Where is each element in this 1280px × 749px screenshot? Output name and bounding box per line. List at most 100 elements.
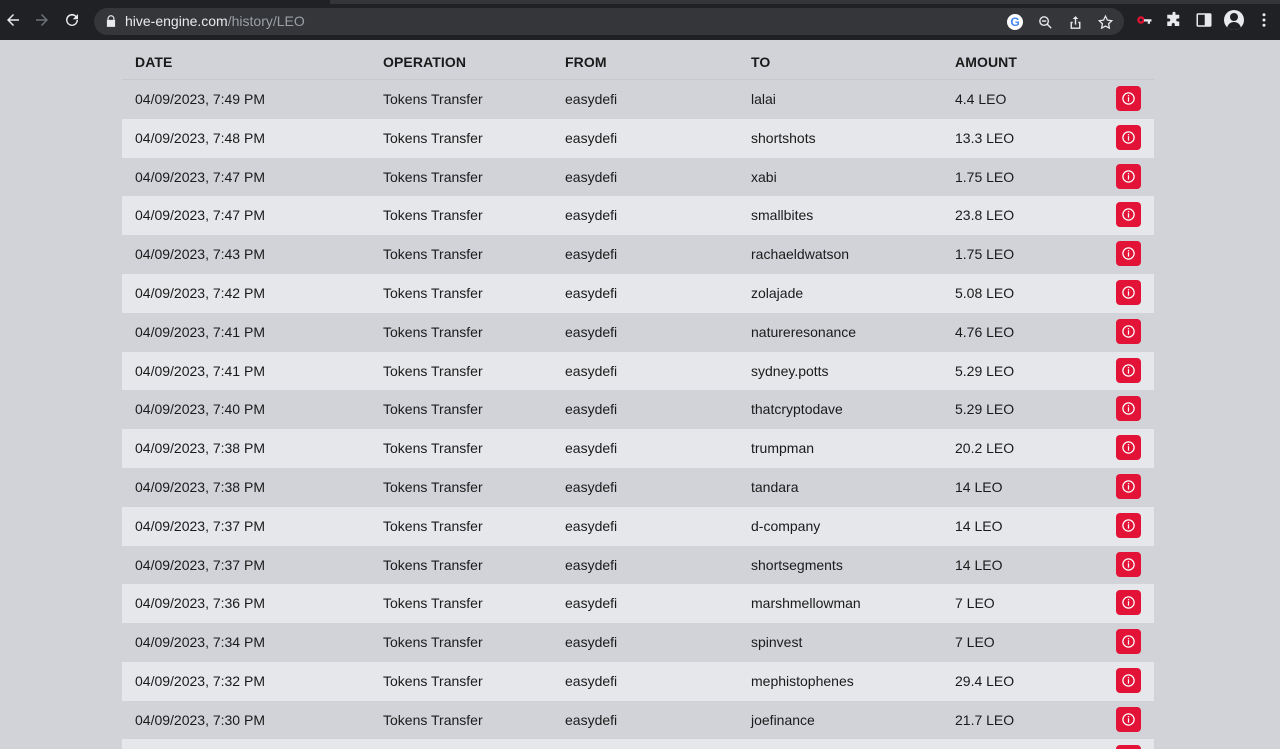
cell-to[interactable]: marshmellowman (751, 595, 861, 611)
cell-operation: Tokens Transfer (383, 672, 483, 689)
cell-to[interactable]: natureresonance (751, 324, 856, 340)
cell-amount: 21.7 LEO (955, 711, 1015, 728)
address-bar[interactable]: hive-engine.com/history/LEO G (94, 8, 1124, 35)
cell-from[interactable]: easydefi (565, 634, 617, 650)
cell-to[interactable]: d-company (751, 518, 820, 534)
info-button[interactable] (1116, 473, 1141, 499)
info-button[interactable] (1116, 202, 1141, 228)
info-button[interactable] (1116, 590, 1141, 616)
info-button[interactable] (1116, 629, 1141, 655)
back-icon[interactable] (2, 9, 24, 31)
forward-icon[interactable] (31, 9, 53, 31)
cell-from[interactable]: easydefi (565, 363, 617, 379)
table-row: 04/09/2023, 7:43 PM Tokens Transfer easyde… (122, 235, 1154, 274)
cell-date: 04/09/2023, 7:41 PM (135, 323, 265, 340)
info-button[interactable] (1116, 745, 1141, 749)
info-button[interactable] (1116, 551, 1141, 577)
url-path: /history/LEO (227, 13, 305, 29)
info-button[interactable] (1116, 512, 1141, 538)
cell-to[interactable]: trumpman (751, 440, 814, 456)
google-icon[interactable]: G (1005, 12, 1025, 32)
menu-icon[interactable] (1254, 10, 1274, 30)
extension-key-icon[interactable] (1134, 10, 1154, 30)
table-row: 04/09/2023, 7:38 PM Tokens Transfer easyde… (122, 429, 1154, 468)
cell-amount: 13.3 LEO (955, 129, 1015, 146)
info-button[interactable] (1116, 435, 1141, 461)
info-icon (1122, 480, 1135, 493)
cell-from[interactable]: easydefi (565, 285, 617, 301)
cell-from[interactable]: easydefi (565, 324, 617, 340)
cell-to[interactable]: joefinance (751, 712, 815, 728)
active-tab[interactable] (0, 0, 330, 4)
table-row: 04/09/2023, 7:40 PM Tokens Transfer easyde… (122, 390, 1154, 430)
cell-from[interactable]: easydefi (565, 673, 617, 689)
cell-to[interactable]: mephistophenes (751, 673, 854, 689)
table-row: 04/09/2023, 7:38 PM Tokens Transfer easyde… (122, 467, 1154, 507)
info-button[interactable] (1116, 318, 1141, 344)
cell-from[interactable]: easydefi (565, 169, 617, 185)
header-amount[interactable]: AMOUNT (955, 54, 1017, 70)
table-body: 04/09/2023, 7:49 PM Tokens Transfer easyde… (122, 80, 1154, 740)
info-button[interactable] (1116, 163, 1141, 189)
cell-from[interactable]: easydefi (565, 518, 617, 534)
cell-from[interactable]: easydefi (565, 246, 617, 262)
lock-icon[interactable] (104, 14, 118, 28)
cell-from[interactable]: easydefi (565, 595, 617, 611)
table-row: 04/09/2023, 7:30 PM Tokens Transfer easyde… (122, 700, 1154, 740)
header-date[interactable]: DATE (135, 54, 172, 70)
cell-amount: 20.2 LEO (955, 440, 1015, 457)
info-button[interactable] (1116, 706, 1141, 732)
cell-date: 04/09/2023, 7:49 PM (135, 91, 265, 107)
cell-to[interactable]: spinvest (751, 634, 802, 650)
cell-to[interactable]: thatcryptodave (751, 401, 843, 417)
header-to[interactable]: TO (751, 54, 770, 70)
info-button[interactable] (1116, 279, 1141, 305)
cell-to[interactable]: shortshots (751, 130, 816, 146)
cell-to[interactable]: smallbites (751, 207, 813, 223)
zoom-icon[interactable] (1035, 12, 1055, 32)
cell-operation: Tokens Transfer (383, 517, 483, 534)
info-button[interactable] (1116, 357, 1141, 383)
cell-date: 04/09/2023, 7:42 PM (135, 284, 265, 301)
info-icon (1122, 169, 1135, 183)
cell-amount: 7 LEO (955, 595, 995, 612)
cell-to[interactable]: rachaeldwatson (751, 246, 849, 262)
table-row: 04/09/2023, 7:37 PM Tokens Transfer easyde… (122, 545, 1154, 585)
url-text[interactable]: hive-engine.com/history/LEO (125, 13, 305, 30)
cell-date: 04/09/2023, 7:47 PM (135, 207, 265, 224)
cell-to[interactable]: sydney.potts (751, 363, 829, 379)
tab-strip (0, 0, 1280, 4)
cell-to[interactable]: tandara (751, 479, 798, 495)
header-operation[interactable]: OPERATION (383, 54, 466, 70)
puzzle-icon[interactable] (1164, 10, 1184, 30)
cell-from[interactable]: easydefi (565, 712, 617, 728)
cell-to[interactable]: lalai (751, 91, 776, 107)
bookmark-star-icon[interactable] (1095, 12, 1115, 32)
info-button[interactable] (1116, 86, 1141, 111)
info-icon (1122, 325, 1135, 338)
table-row: 04/09/2023, 7:41 PM Tokens Transfer easyde… (122, 312, 1154, 352)
cell-from[interactable]: easydefi (565, 401, 617, 417)
header-from[interactable]: FROM (565, 54, 607, 70)
reload-icon[interactable] (61, 9, 83, 31)
info-button[interactable] (1116, 124, 1141, 150)
info-icon (1122, 635, 1135, 648)
profile-icon[interactable] (1224, 10, 1244, 30)
cell-from[interactable]: easydefi (565, 440, 617, 456)
cell-to[interactable]: xabi (751, 169, 777, 185)
cell-from[interactable]: easydefi (565, 130, 617, 146)
cell-from[interactable]: easydefi (565, 207, 617, 223)
cell-from[interactable]: easydefi (565, 479, 617, 495)
share-icon[interactable] (1065, 12, 1085, 32)
info-icon (1122, 557, 1135, 571)
cell-to[interactable]: shortsegments (751, 557, 843, 573)
cell-to[interactable]: zolajade (751, 285, 803, 301)
cell-date: 04/09/2023, 7:37 PM (135, 517, 265, 534)
info-icon (1122, 286, 1135, 299)
info-button[interactable] (1116, 667, 1141, 693)
info-button[interactable] (1116, 241, 1141, 267)
cell-from[interactable]: easydefi (565, 91, 617, 107)
cell-from[interactable]: easydefi (565, 557, 617, 573)
info-button[interactable] (1116, 396, 1141, 422)
side-panel-icon[interactable] (1194, 10, 1214, 30)
